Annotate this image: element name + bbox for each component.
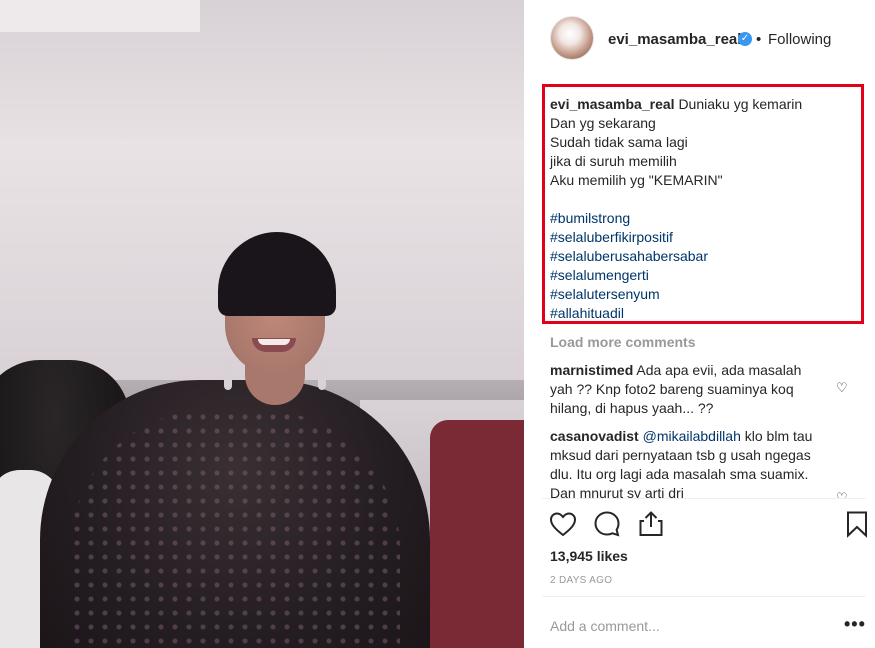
comment-item: marnistimed Ada apa evii, ada masalah ya… bbox=[550, 361, 826, 418]
comment-mention[interactable]: @mikailabdillah bbox=[643, 428, 741, 444]
caption-line: Duniaku yg kemarin bbox=[678, 96, 803, 112]
post-actions bbox=[524, 505, 875, 545]
caption-line: Aku memilih yg "KEMARIN" bbox=[550, 172, 723, 188]
photo-teeth bbox=[258, 339, 290, 345]
hashtag-link[interactable]: #bumilstrong bbox=[550, 209, 860, 228]
divider bbox=[542, 498, 866, 499]
caption-line: Sudah tidak sama lagi bbox=[550, 134, 688, 150]
caption-username[interactable]: evi_masamba_real bbox=[550, 96, 675, 112]
post-side-panel: evi_masamba_real ✓ • Following evi_masam… bbox=[524, 0, 875, 648]
hashtag-link[interactable]: #selaluberusahabersabar bbox=[550, 247, 860, 266]
hashtag-link[interactable]: #selalutersenyum bbox=[550, 285, 860, 304]
comments-list: marnistimed Ada apa evii, ada masalah ya… bbox=[524, 355, 875, 498]
add-comment-input[interactable]: Add a comment... bbox=[550, 618, 660, 634]
photo-lace-pattern bbox=[70, 410, 400, 648]
likes-count[interactable]: 13,945 likes bbox=[550, 548, 628, 564]
comment-username[interactable]: casanovadist bbox=[550, 428, 639, 444]
caption-first-line: evi_masamba_real Duniaku yg kemarin bbox=[550, 95, 860, 114]
post-caption: evi_masamba_real Duniaku yg kemarin Dan … bbox=[550, 95, 860, 323]
verified-badge-icon: ✓ bbox=[738, 32, 752, 46]
hashtag-link[interactable]: #selalumengerti bbox=[550, 266, 860, 285]
comment-like-icon[interactable]: ♡ bbox=[836, 381, 850, 395]
photo-light-strip bbox=[0, 0, 200, 32]
load-more-comments-button[interactable]: Load more comments bbox=[550, 334, 695, 350]
photo-earring-left bbox=[224, 360, 232, 390]
hashtag-link[interactable]: #allahituadil bbox=[550, 304, 860, 323]
avatar[interactable] bbox=[550, 16, 594, 60]
separator-dot: • bbox=[756, 31, 762, 48]
header-username[interactable]: evi_masamba_real bbox=[608, 31, 741, 48]
following-button[interactable]: Following bbox=[768, 31, 831, 48]
comment-username[interactable]: marnistimed bbox=[550, 362, 633, 378]
hashtag-link[interactable]: #selaluberfikirpositif bbox=[550, 228, 860, 247]
bookmark-icon[interactable] bbox=[842, 509, 872, 539]
divider bbox=[542, 596, 866, 597]
post-timestamp[interactable]: 2 DAYS AGO bbox=[550, 575, 612, 586]
comment-icon[interactable] bbox=[592, 509, 622, 539]
more-options-icon[interactable]: ••• bbox=[844, 614, 866, 635]
photo-earring-right bbox=[318, 360, 326, 390]
post-header: evi_masamba_real ✓ • Following bbox=[524, 0, 875, 78]
caption-line: Dan yg sekarang bbox=[550, 115, 656, 131]
photo-chair bbox=[430, 420, 524, 648]
comment-item: casanovadist @mikailabdillah klo blm tau… bbox=[550, 427, 826, 498]
post-photo[interactable] bbox=[0, 0, 524, 648]
heart-icon[interactable] bbox=[548, 509, 578, 539]
share-icon[interactable] bbox=[636, 509, 666, 539]
caption-line: jika di suruh memilih bbox=[550, 153, 677, 169]
comment-like-icon[interactable]: ♡ bbox=[836, 491, 850, 499]
